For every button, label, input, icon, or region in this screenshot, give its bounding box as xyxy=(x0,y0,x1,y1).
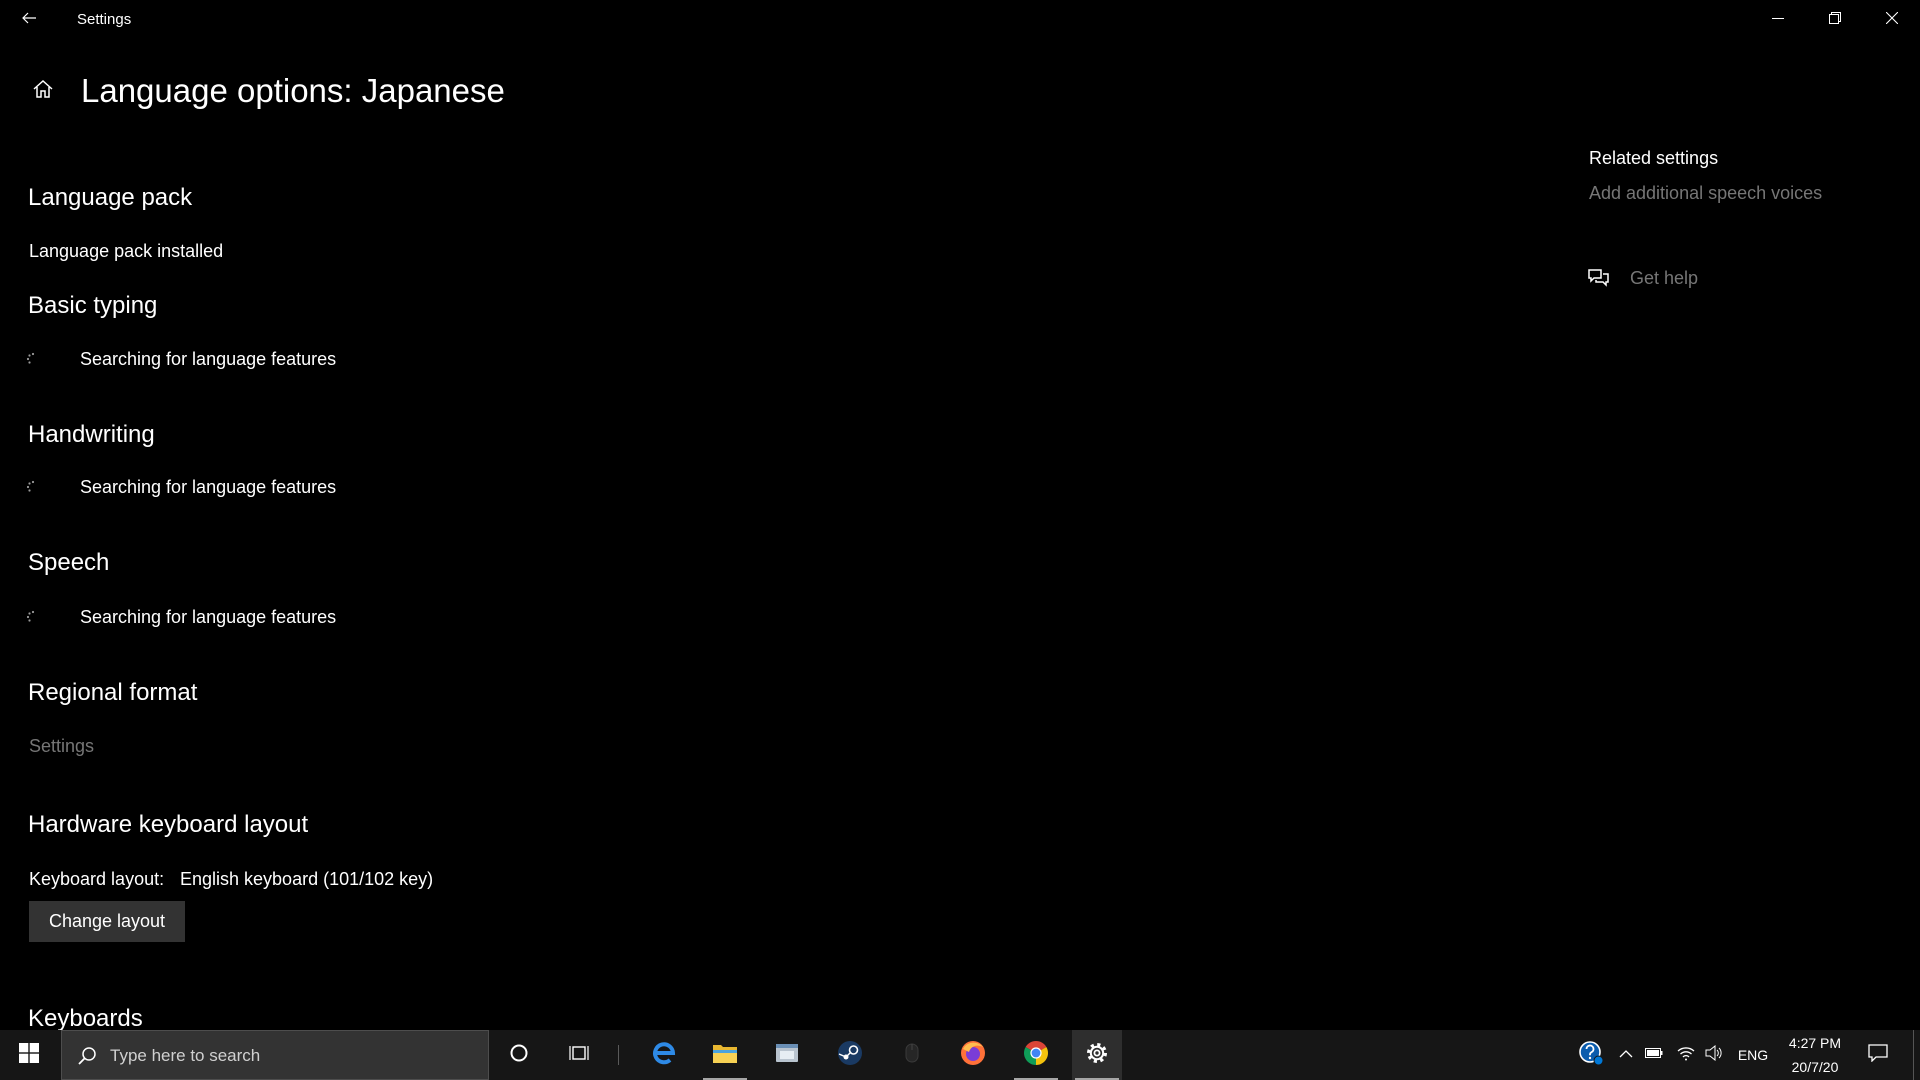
taskbar-app-mouse[interactable] xyxy=(887,1030,937,1080)
cortana-icon xyxy=(509,1043,529,1068)
language-pack-status: Language pack installed xyxy=(29,241,224,261)
task-view-icon xyxy=(568,1043,590,1068)
taskbar-app-file-explorer[interactable] xyxy=(700,1030,750,1080)
firefox-icon xyxy=(959,1039,987,1072)
title-bar: Settings xyxy=(0,0,1920,40)
help-icon xyxy=(1578,1040,1604,1071)
page-title: Language options: Japanese xyxy=(81,72,505,109)
handwriting-heading: Handwriting xyxy=(28,421,155,448)
back-arrow-icon xyxy=(21,10,37,31)
add-speech-voices-link[interactable]: Add additional speech voices xyxy=(1589,181,1822,205)
restore-button[interactable] xyxy=(1806,0,1863,40)
settings-gear-icon xyxy=(1085,1041,1109,1070)
windows-logo-icon xyxy=(19,1042,39,1068)
clock-date: 20/7/20 xyxy=(1791,1059,1839,1075)
battery-icon xyxy=(1645,1046,1663,1064)
tray-help-button[interactable] xyxy=(1576,1030,1606,1080)
clock-time: 4:27 PM xyxy=(1788,1035,1842,1051)
close-icon xyxy=(1885,11,1898,29)
hardware-keyboard-heading: Hardware keyboard layout xyxy=(28,811,309,838)
chat-help-icon xyxy=(1587,267,1611,289)
battery-button[interactable] xyxy=(1641,1030,1667,1080)
chrome-icon xyxy=(1022,1039,1050,1072)
loading-spinner-icon xyxy=(26,480,40,494)
loading-spinner-icon xyxy=(26,352,40,366)
input-language-indicator[interactable]: ENG xyxy=(1733,1030,1773,1080)
edge-icon xyxy=(650,1039,678,1072)
change-layout-button[interactable]: Change layout xyxy=(29,901,185,942)
action-center-button[interactable] xyxy=(1860,1030,1896,1080)
keyboard-layout-label: Keyboard layout: xyxy=(29,869,165,889)
basic-typing-status: Searching for language features xyxy=(80,349,337,369)
restore-icon xyxy=(1828,11,1841,29)
chevron-up-icon xyxy=(1619,1046,1633,1064)
language-pack-heading: Language pack xyxy=(28,184,193,211)
search-icon xyxy=(77,1046,97,1071)
regional-format-heading: Regional format xyxy=(28,679,198,706)
loading-spinner-icon xyxy=(26,610,40,624)
speech-status: Searching for language features xyxy=(80,607,337,627)
search-placeholder: Type here to search xyxy=(110,1046,261,1065)
keyboard-layout-value: English keyboard (101/102 key) xyxy=(180,869,434,889)
show-hidden-icons-button[interactable] xyxy=(1613,1030,1639,1080)
window-title: Settings xyxy=(77,11,132,28)
clock[interactable]: 4:27 PM 20/7/20 xyxy=(1780,1030,1850,1080)
app-window-icon xyxy=(774,1041,800,1070)
taskbar-app-steam[interactable] xyxy=(825,1030,875,1080)
handwriting-status: Searching for language features xyxy=(80,477,337,497)
taskbar-divider xyxy=(618,1045,619,1065)
speech-heading: Speech xyxy=(28,549,110,576)
home-icon xyxy=(31,77,55,106)
notification-icon xyxy=(1868,1043,1888,1067)
cortana-button[interactable] xyxy=(494,1030,544,1080)
show-desktop-button[interactable] xyxy=(1913,1030,1920,1080)
network-button[interactable] xyxy=(1673,1030,1699,1080)
file-explorer-icon xyxy=(711,1041,739,1070)
steam-icon xyxy=(837,1040,863,1071)
minimize-button[interactable] xyxy=(1749,0,1806,40)
back-button[interactable] xyxy=(0,0,57,40)
taskbar-search-box[interactable]: Type here to search xyxy=(61,1030,489,1080)
taskbar-app-chrome[interactable] xyxy=(1011,1030,1061,1080)
volume-icon xyxy=(1705,1044,1723,1066)
wifi-icon xyxy=(1677,1045,1695,1066)
mouse-icon xyxy=(904,1041,920,1070)
close-button[interactable] xyxy=(1863,0,1920,40)
minimize-icon xyxy=(1771,11,1784,29)
get-help-link[interactable]: Get help xyxy=(1630,266,1698,290)
taskbar-app-window[interactable] xyxy=(762,1030,812,1080)
home-button[interactable] xyxy=(29,77,57,105)
taskbar-app-firefox[interactable] xyxy=(948,1030,998,1080)
taskbar-app-settings[interactable] xyxy=(1072,1030,1122,1080)
regional-format-settings-link[interactable]: Settings xyxy=(29,734,94,758)
taskbar-app-edge[interactable] xyxy=(639,1030,689,1080)
related-settings-heading: Related settings xyxy=(1589,148,1719,168)
start-button[interactable] xyxy=(0,1030,58,1080)
taskbar: Type here to search ENG 4:27 PM 20/7/20 xyxy=(0,1030,1920,1080)
volume-button[interactable] xyxy=(1701,1030,1727,1080)
task-view-button[interactable] xyxy=(554,1030,604,1080)
basic-typing-heading: Basic typing xyxy=(28,292,158,319)
